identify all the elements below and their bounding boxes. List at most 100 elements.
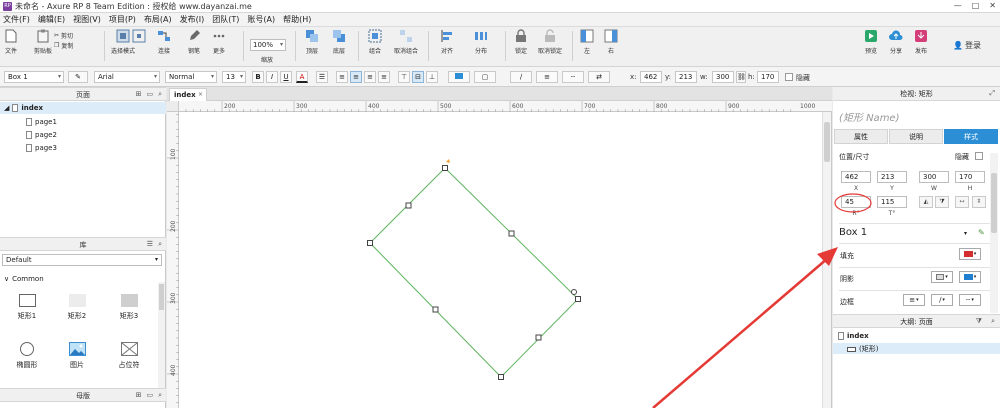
italic-button[interactable]: I (266, 71, 278, 83)
menu-team[interactable]: 团队(T) (212, 14, 239, 25)
outline-item-rectangle[interactable]: (矩形) (847, 344, 878, 354)
resize-handle[interactable] (432, 306, 439, 313)
canvas-vertical-scrollbar[interactable] (822, 112, 831, 408)
valign-middle-button[interactable]: ⊟ (412, 71, 424, 83)
y-input[interactable]: 213 (877, 171, 907, 183)
menu-arrange[interactable]: 布局(A) (144, 14, 172, 25)
canvas-scroll-thumb[interactable] (824, 122, 830, 162)
bring-to-front-button[interactable]: 顶层 (305, 29, 319, 55)
add-folder-icon[interactable]: ▭ (146, 90, 153, 99)
right-button[interactable]: 右 (604, 29, 618, 55)
page-item-index[interactable]: ◢ index (4, 104, 43, 112)
menu-project[interactable]: 项目(P) (109, 14, 136, 25)
line-width-button[interactable]: ≡ (536, 71, 558, 83)
border-width-picker[interactable]: ≡ ▾ (903, 294, 925, 306)
widget-style-select[interactable]: Box 1 ▾ (4, 71, 64, 83)
page-item-page2[interactable]: page2 (26, 131, 57, 139)
fit-width-button[interactable]: ⇿ (955, 196, 969, 208)
x-input[interactable]: 462 (841, 171, 871, 183)
close-button[interactable]: ✕ (989, 1, 996, 10)
align-center-button[interactable]: ≡ (350, 71, 362, 83)
text-rotation-input[interactable]: 115 (877, 196, 907, 208)
hidden-checkbox[interactable] (975, 152, 983, 160)
align-right-button[interactable]: ≡ (364, 71, 376, 83)
fit-height-button[interactable]: ⇳ (972, 196, 986, 208)
font-style-select[interactable]: Normal ▾ (165, 71, 217, 83)
fill-color-picker[interactable]: ▾ (959, 248, 981, 260)
edit-style-icon[interactable]: ✎ (978, 228, 985, 237)
widget-rect2[interactable]: 矩形2 (62, 294, 92, 328)
minimize-button[interactable]: — (954, 1, 962, 10)
align-left-button[interactable]: ≡ (336, 71, 348, 83)
maximize-button[interactable]: □ (972, 1, 980, 10)
tab-style[interactable]: 样式 (944, 129, 998, 144)
shape-name-input[interactable]: (矩形 Name) (839, 109, 899, 124)
valign-top-button[interactable]: ⊤ (398, 71, 410, 83)
font-family-select[interactable]: Arial ▾ (94, 71, 160, 83)
library-select[interactable]: Default ▾ (2, 254, 162, 266)
shadow-button[interactable]: ▢ (474, 71, 496, 83)
page-item-page1[interactable]: page1 (26, 118, 57, 126)
menu-publish[interactable]: 发布(I) (180, 14, 205, 25)
w-input[interactable]: 300 (712, 71, 734, 83)
font-color-button[interactable]: A (296, 71, 308, 83)
lock-button[interactable]: 锁定 (514, 29, 528, 55)
menu-view[interactable]: 视图(V) (73, 14, 101, 25)
page-item-page3[interactable]: page3 (26, 144, 57, 152)
tab-close-icon[interactable]: × (198, 91, 203, 98)
resize-handle[interactable] (367, 240, 373, 246)
distribute-button[interactable]: 分布 (474, 29, 488, 55)
underline-button[interactable]: U (280, 71, 292, 83)
inspector-scrollbar[interactable] (990, 153, 998, 313)
menu-account[interactable]: 账号(A) (247, 14, 275, 25)
widget-placeholder[interactable]: 占位符 (114, 342, 144, 376)
search-icon[interactable]: ⌕ (158, 391, 162, 400)
line-color-button[interactable]: ∕ (510, 71, 532, 83)
add-master-icon[interactable]: ⊞ (136, 391, 142, 400)
zoom-select[interactable]: 100% ▾ (250, 39, 286, 51)
resize-handle[interactable] (575, 296, 581, 302)
flip-horizontal-button[interactable]: ◭ (919, 196, 933, 208)
y-input[interactable]: 213 (675, 71, 697, 83)
bullet-list-button[interactable]: ☰ (316, 71, 328, 83)
expand-icon[interactable]: ⤢ (989, 89, 995, 98)
library-group-common[interactable]: ∨ Common (4, 275, 44, 283)
menu-help[interactable]: 帮助(H) (283, 14, 311, 25)
send-to-back-button[interactable]: 底层 (332, 29, 346, 55)
font-size-select[interactable]: 13 ▾ (222, 71, 246, 83)
arrow-style-button[interactable]: ⇄ (588, 71, 610, 83)
search-icon[interactable]: ⌕ (158, 90, 162, 99)
library-scrollbar[interactable] (158, 282, 165, 397)
align-justify-button[interactable]: ≡ (378, 71, 390, 83)
x-input[interactable]: 462 (640, 71, 662, 83)
resize-handle[interactable] (508, 230, 515, 237)
hidden-checkbox[interactable] (785, 73, 793, 81)
cut-button[interactable]: ✂ 剪切 (54, 31, 73, 40)
search-icon[interactable]: ⌕ (991, 317, 995, 326)
resize-handle[interactable] (498, 374, 504, 380)
library-scroll-thumb[interactable] (159, 284, 164, 310)
align-button[interactable]: 对齐 (440, 29, 454, 55)
menu-edit[interactable]: 编辑(E) (38, 14, 65, 25)
preview-button[interactable]: 预览 (864, 29, 878, 55)
copy-button[interactable]: ❐ 复制 (54, 41, 73, 50)
outline-item-index[interactable]: index (838, 332, 869, 340)
library-menu-icon[interactable]: ☰ (147, 240, 153, 249)
share-button[interactable]: 分享 (889, 29, 903, 55)
group-button[interactable]: 组合 (368, 29, 382, 55)
left-button[interactable]: 左 (580, 29, 594, 55)
shadow-style-picker[interactable]: ▾ (931, 271, 953, 283)
resize-handle[interactable] (535, 334, 542, 341)
widget-ellipse[interactable]: 椭圆形 (12, 342, 42, 376)
widget-rect1[interactable]: 矩形1 (12, 294, 42, 328)
lock-ratio-button[interactable]: ⛓ (736, 71, 746, 83)
unlock-button[interactable]: 取消锁定 (538, 29, 562, 55)
format-painter-button[interactable]: ✎ (68, 71, 88, 83)
tab-notes[interactable]: 说明 (889, 129, 943, 144)
shadow-color-picker[interactable]: ▾ (959, 271, 981, 283)
paste-button[interactable]: 剪贴板 (34, 29, 52, 55)
w-input[interactable]: 300 (919, 171, 949, 183)
bold-button[interactable]: B (252, 71, 264, 83)
line-pattern-button[interactable]: ┄ (562, 71, 584, 83)
border-pattern-picker[interactable]: ┄ ▾ (959, 294, 981, 306)
